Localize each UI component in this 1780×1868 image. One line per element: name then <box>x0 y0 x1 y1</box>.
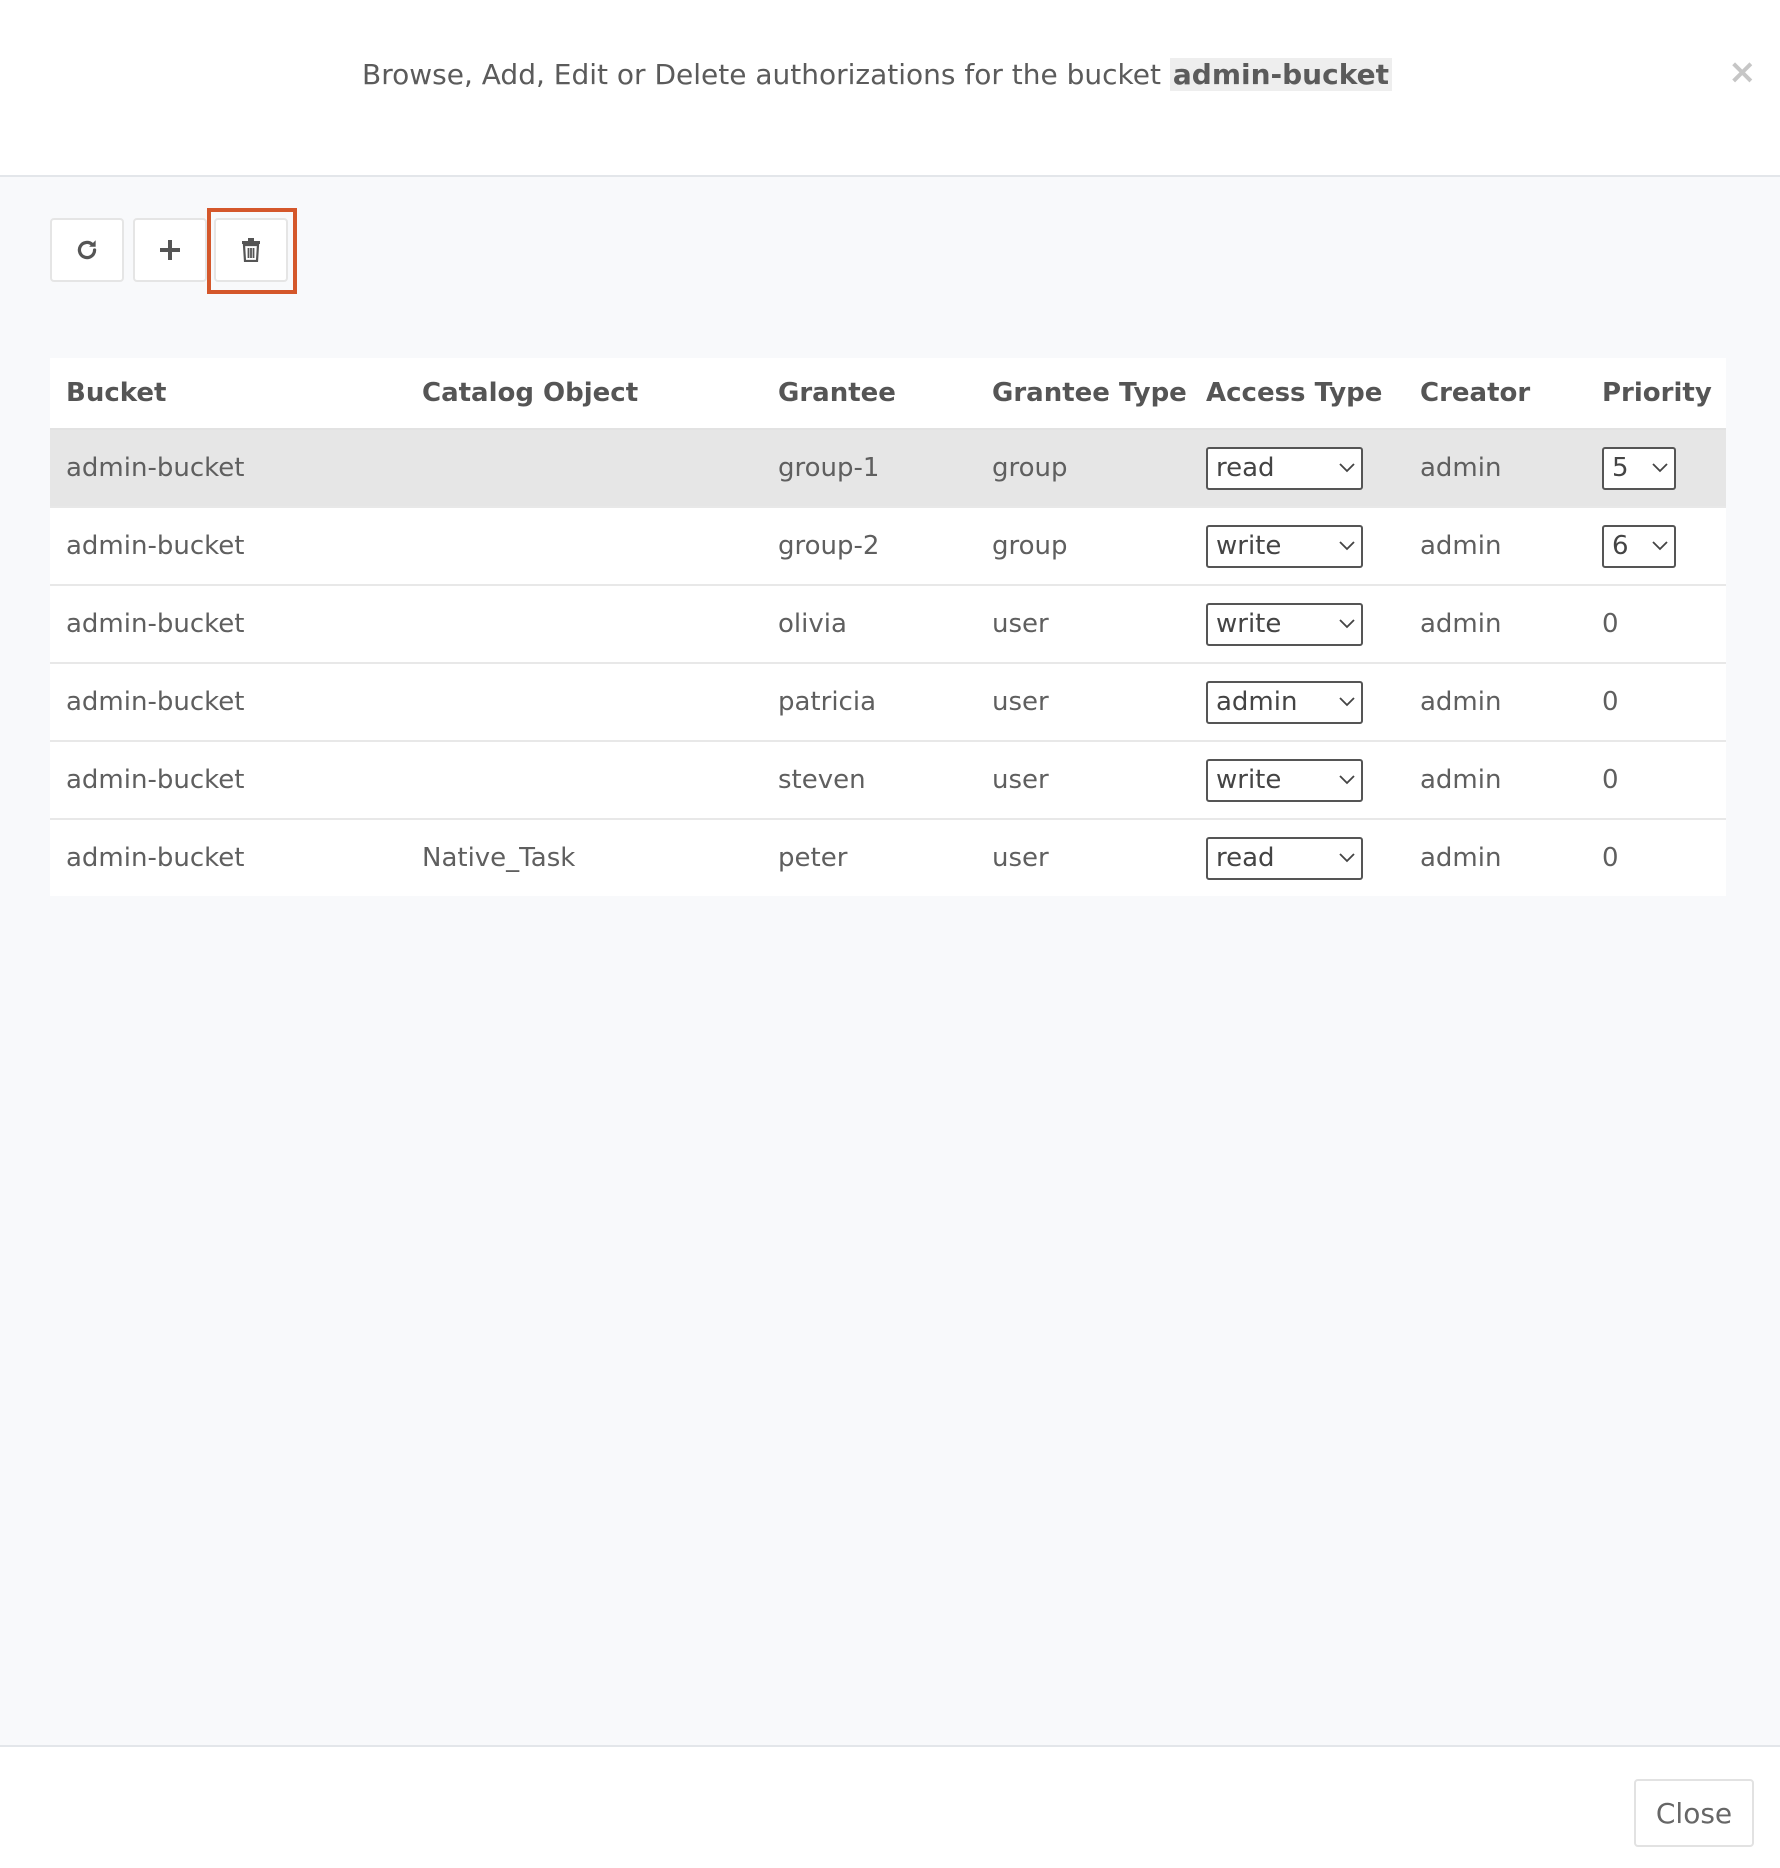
access-type-select[interactable]: admin <box>1206 680 1363 724</box>
access-type-value: write <box>1216 531 1282 561</box>
cell-grantee-type: user <box>976 741 1190 820</box>
access-type-select[interactable]: read <box>1206 446 1363 490</box>
chevron-down-icon <box>1339 541 1355 551</box>
cell-grantee: group-2 <box>762 507 976 586</box>
cell-access-type: admin <box>1190 663 1404 742</box>
chevron-down-icon <box>1339 775 1355 785</box>
bucket-name: admin-bucket <box>1169 58 1392 91</box>
add-authorization-button[interactable] <box>133 218 207 282</box>
cell-priority: 5 <box>1586 429 1726 508</box>
header-grantee[interactable]: Grantee <box>762 358 976 430</box>
cell-bucket: admin-bucket <box>50 585 406 664</box>
access-type-select[interactable]: write <box>1206 758 1363 802</box>
table-row[interactable]: admin-bucket olivia user write admin 0 <box>50 585 1726 664</box>
cell-creator: admin <box>1404 663 1586 742</box>
header-access-type[interactable]: Access Type <box>1190 358 1404 430</box>
table-row[interactable]: admin-bucket Native_Task peter user read… <box>50 819 1726 896</box>
table-row[interactable]: admin-bucket group-1 group read admin 5 <box>50 429 1726 508</box>
priority-select[interactable]: 5 <box>1602 446 1676 490</box>
cell-access-type: write <box>1190 507 1404 586</box>
cell-access-type: write <box>1190 585 1404 664</box>
refresh-button[interactable] <box>50 218 124 282</box>
cell-creator: admin <box>1404 507 1586 586</box>
authorizations-table: Bucket Catalog Object Grantee Grantee Ty… <box>50 358 1726 896</box>
access-type-select[interactable]: write <box>1206 602 1363 646</box>
cell-catalog-object <box>406 507 762 586</box>
cell-bucket: admin-bucket <box>66 843 245 873</box>
header-catalog-object[interactable]: Catalog Object <box>406 358 762 430</box>
cell-bucket: admin-bucket <box>50 663 406 742</box>
cell-grantee: olivia <box>762 585 976 664</box>
modal-title-text: Browse, Add, Edit or Delete authorizatio… <box>362 58 1161 91</box>
table-row[interactable]: admin-bucket steven user write admin 0 <box>50 741 1726 820</box>
cell-grantee-type: user <box>976 663 1190 742</box>
cell-creator: admin <box>1420 843 1502 873</box>
cell-grantee-type: user <box>992 843 1049 873</box>
cell-catalog-object: Native_Task <box>422 843 576 873</box>
access-type-value: read <box>1216 843 1275 873</box>
access-type-value: write <box>1216 765 1282 795</box>
header-grantee-type[interactable]: Grantee Type <box>976 358 1190 430</box>
cell-catalog-object <box>406 585 762 664</box>
access-type-select[interactable]: write <box>1206 524 1363 568</box>
modal-body: Bucket Catalog Object Grantee Grantee Ty… <box>0 177 1780 1745</box>
chevron-down-icon <box>1339 619 1355 629</box>
cell-priority: 0 <box>1586 741 1726 820</box>
trash-icon <box>242 238 260 262</box>
cell-access-type: read <box>1190 819 1404 896</box>
table-row[interactable]: admin-bucket patricia user admin admin 0 <box>50 663 1726 742</box>
cell-bucket: admin-bucket <box>50 507 406 586</box>
cell-access-type: read <box>1190 429 1404 508</box>
access-type-select[interactable]: read <box>1206 836 1363 880</box>
cell-access-type: write <box>1190 741 1404 820</box>
cell-grantee: patricia <box>762 663 976 742</box>
chevron-down-icon <box>1652 541 1668 551</box>
priority-select[interactable]: 6 <box>1602 524 1676 568</box>
cell-grantee: steven <box>762 741 976 820</box>
modal-title: Browse, Add, Edit or Delete authorizatio… <box>0 58 1754 91</box>
cell-priority: 0 <box>1602 843 1619 873</box>
cell-catalog-object <box>406 429 762 508</box>
plus-icon <box>160 240 180 260</box>
cell-grantee: group-1 <box>762 429 976 508</box>
chevron-down-icon <box>1652 463 1668 473</box>
chevron-down-icon <box>1339 697 1355 707</box>
header-bucket[interactable]: Bucket <box>50 358 406 430</box>
header-priority[interactable]: Priority <box>1586 358 1726 430</box>
cell-grantee-type: group <box>976 507 1190 586</box>
close-button[interactable]: Close <box>1634 1779 1754 1847</box>
access-type-value: read <box>1216 453 1275 483</box>
close-icon[interactable]: × <box>1728 52 1757 92</box>
chevron-down-icon <box>1339 853 1355 863</box>
cell-grantee-type: user <box>976 585 1190 664</box>
cell-grantee-type: group <box>976 429 1190 508</box>
table-row[interactable]: admin-bucket group-2 group write admin 6 <box>50 507 1726 586</box>
modal-footer: Close <box>0 1745 1780 1868</box>
cell-catalog-object <box>406 741 762 820</box>
cell-priority: 6 <box>1586 507 1726 586</box>
access-type-value: admin <box>1216 687 1298 717</box>
chevron-down-icon <box>1339 463 1355 473</box>
access-type-value: write <box>1216 609 1282 639</box>
delete-authorization-button[interactable] <box>214 218 288 282</box>
table-header-row: Bucket Catalog Object Grantee Grantee Ty… <box>50 358 1726 430</box>
cell-grantee: peter <box>778 843 848 873</box>
header-creator[interactable]: Creator <box>1404 358 1586 430</box>
cell-bucket: admin-bucket <box>50 429 406 508</box>
cell-bucket: admin-bucket <box>50 741 406 820</box>
cell-creator: admin <box>1404 741 1586 820</box>
priority-value: 5 <box>1612 453 1629 483</box>
refresh-icon <box>77 240 97 260</box>
cell-priority: 0 <box>1586 585 1726 664</box>
cell-creator: admin <box>1404 585 1586 664</box>
cell-catalog-object <box>406 663 762 742</box>
modal-header: Browse, Add, Edit or Delete authorizatio… <box>0 0 1780 177</box>
cell-creator: admin <box>1404 429 1586 508</box>
cell-priority: 0 <box>1586 663 1726 742</box>
priority-value: 6 <box>1612 531 1629 561</box>
